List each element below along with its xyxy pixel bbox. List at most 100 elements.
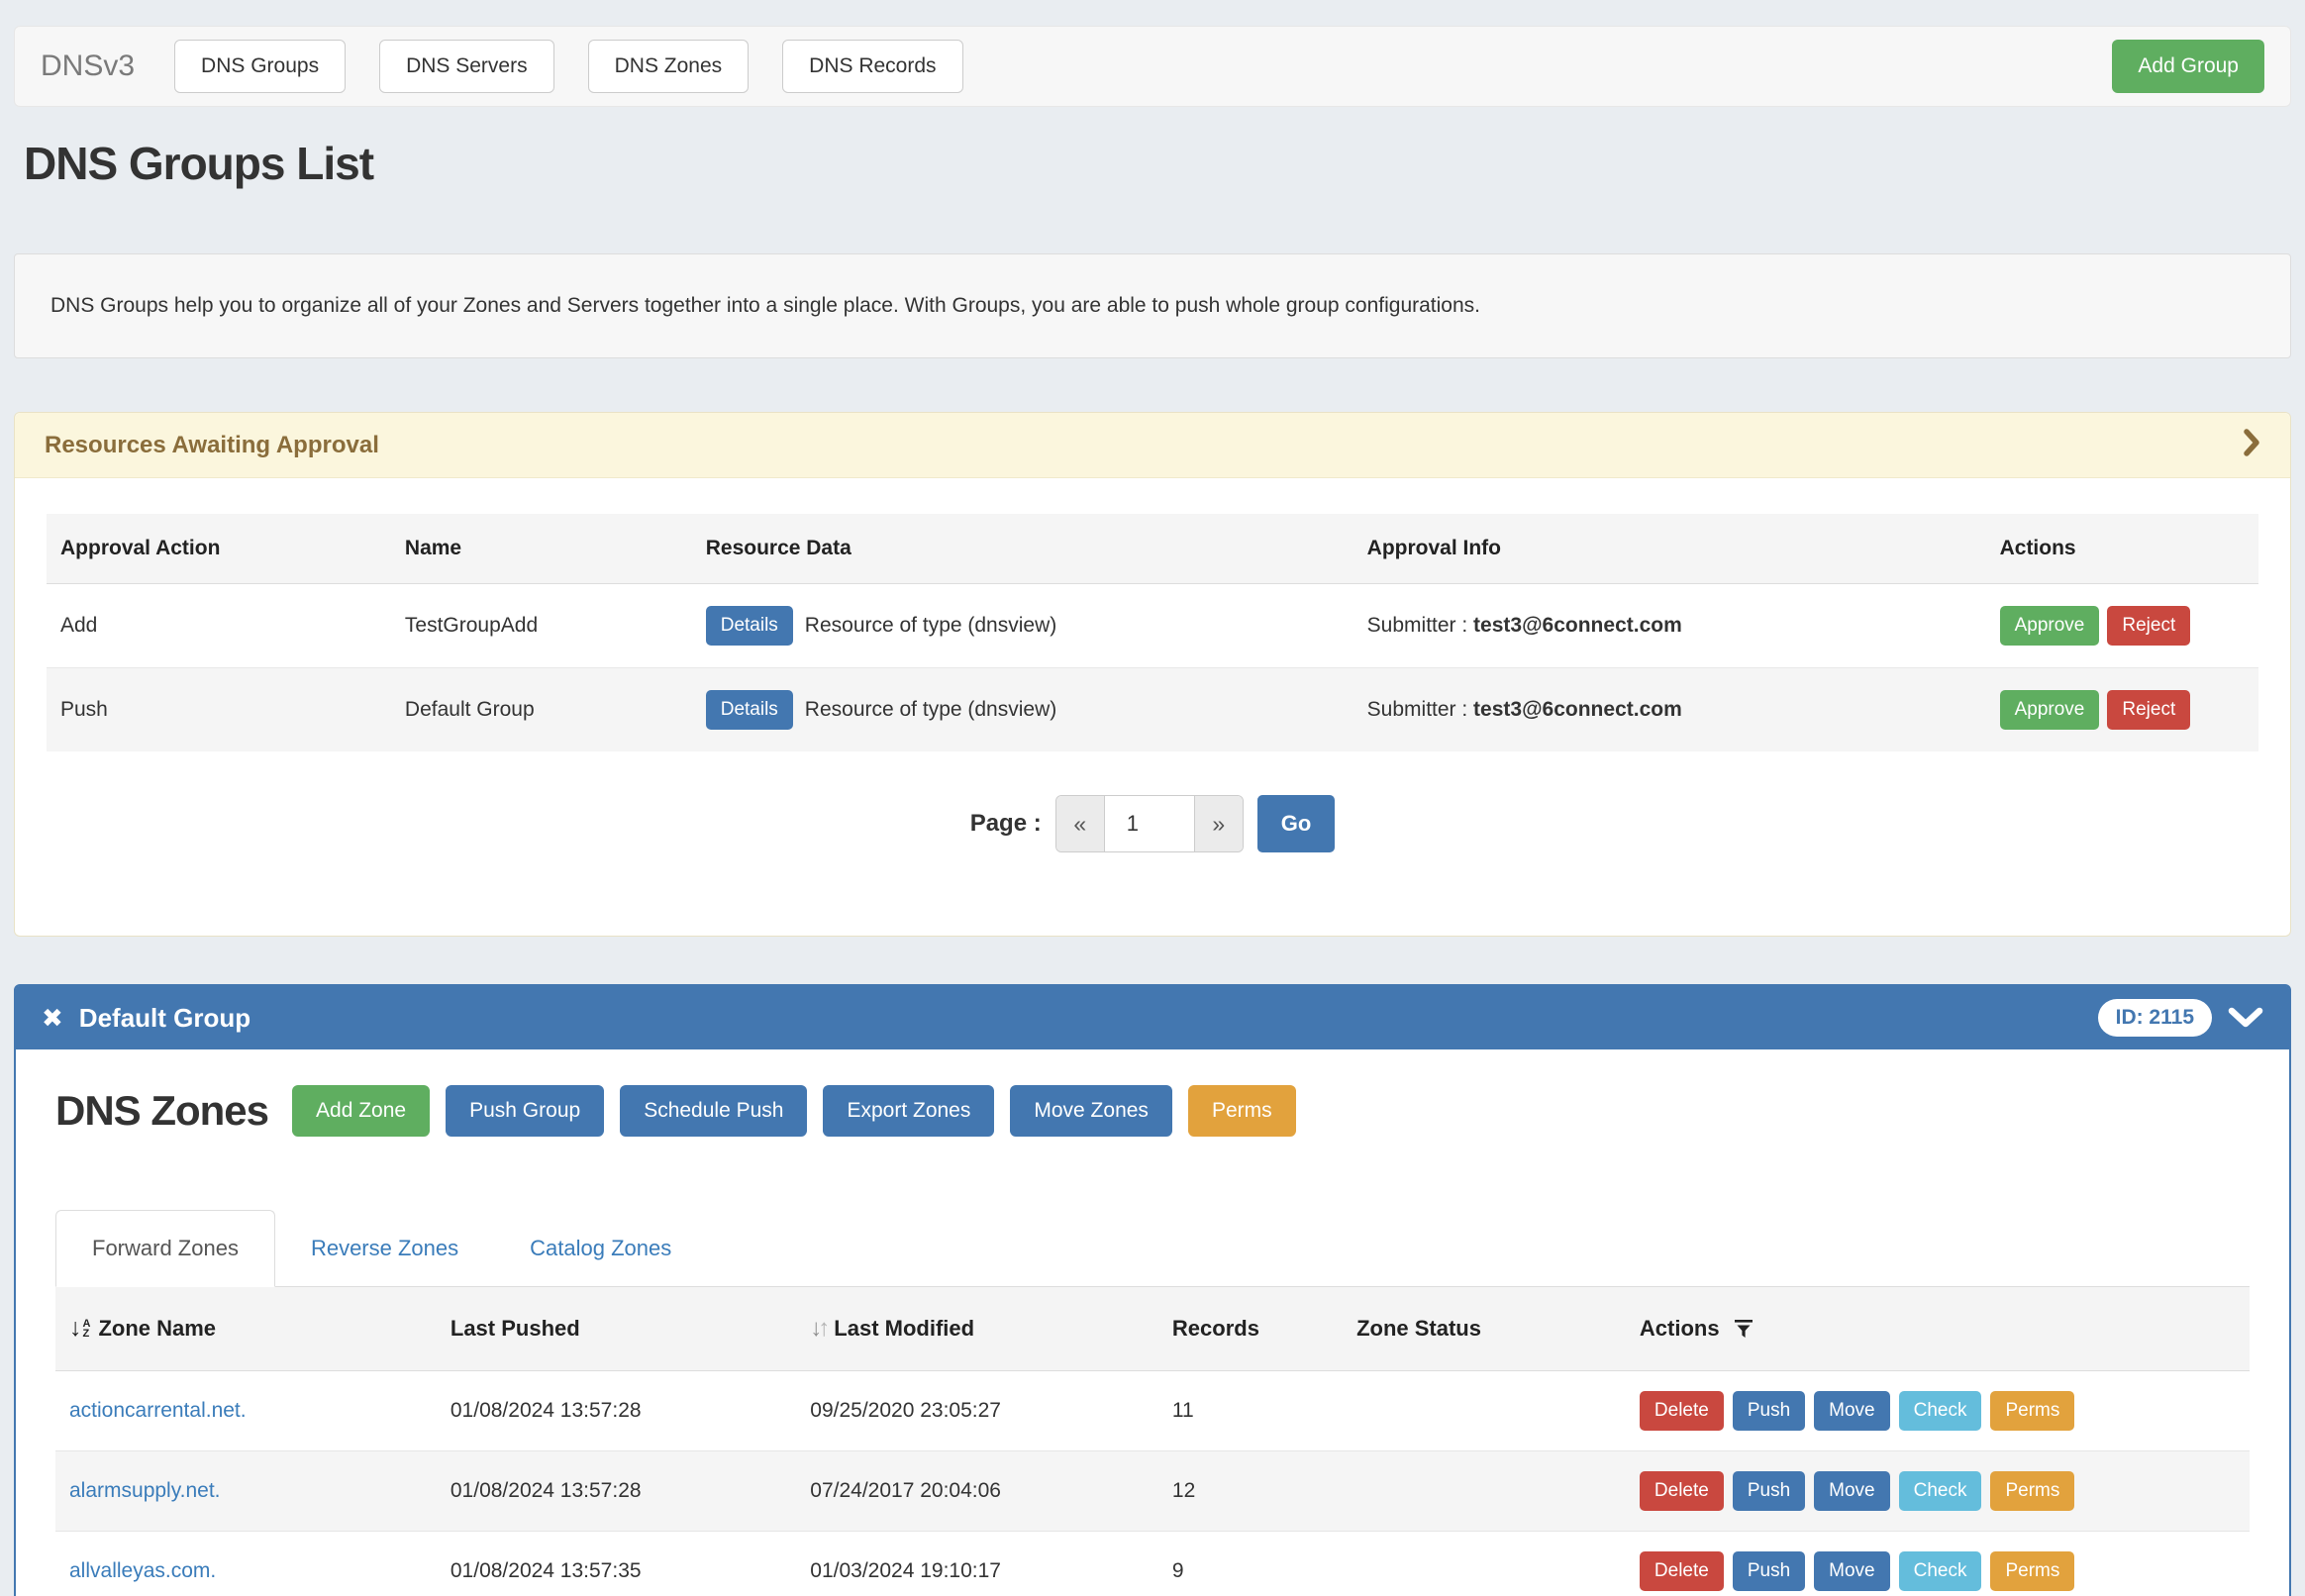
col-last-pushed[interactable]: Last Pushed xyxy=(451,1287,810,1371)
approval-info-cell: Submitter : test3@6connect.com xyxy=(1367,668,2000,752)
approval-panel-header[interactable]: Resources Awaiting Approval xyxy=(15,413,2290,478)
perms-button[interactable]: Perms xyxy=(1188,1085,1296,1137)
zones-table: ↓AZ Zone Name Last Pushed ↓↑ Last Modifi… xyxy=(55,1287,2250,1596)
filter-icon[interactable] xyxy=(1734,1319,1754,1340)
zone-name-cell: alarmsupply.net. xyxy=(55,1451,451,1532)
zone-name-cell: allvalleyas.com. xyxy=(55,1532,451,1596)
delete-button[interactable]: Delete xyxy=(1640,1551,1724,1591)
zone-link[interactable]: allvalleyas.com. xyxy=(69,1559,216,1582)
default-group-panel: ✖ Default Group ID: 2115 DNS Zones Add Z… xyxy=(14,984,2291,1596)
zone-actions-cell: DeletePushMoveCheckPerms xyxy=(1640,1532,2250,1596)
col-zone-status: Zone Status xyxy=(1356,1287,1640,1371)
col-zone-actions: Actions xyxy=(1640,1316,1720,1342)
approval-actions-cell: ApproveReject xyxy=(2000,668,2258,752)
last-pushed-cell: 01/08/2024 13:57:28 xyxy=(451,1451,810,1532)
group-panel-body: DNS Zones Add Zone Push Group Schedule P… xyxy=(16,1049,2289,1596)
zone-status-cell xyxy=(1356,1451,1640,1532)
push-group-button[interactable]: Push Group xyxy=(446,1085,604,1137)
page-stepper: « » xyxy=(1055,795,1244,852)
top-navbar: DNSv3 DNS Groups DNS Servers DNS Zones D… xyxy=(14,26,2291,107)
submitter-label: Submitter : xyxy=(1367,614,1473,637)
add-zone-button[interactable]: Add Zone xyxy=(292,1085,430,1137)
nav-dns-records-button[interactable]: DNS Records xyxy=(782,40,962,93)
resource-data-cell: Details Resource of type (dnsview) xyxy=(706,584,1367,668)
zone-actions-cell: DeletePushMoveCheckPerms xyxy=(1640,1451,2250,1532)
resource-data-wrap: Details Resource of type (dnsview) xyxy=(706,606,1359,646)
nav-dns-servers-button[interactable]: DNS Servers xyxy=(379,40,554,93)
approval-row: AddTestGroupAddDetailsResource of type (… xyxy=(47,584,2258,668)
col-zone-name[interactable]: Zone Name xyxy=(98,1316,216,1342)
approval-row: PushDefault GroupDetailsResource of type… xyxy=(47,668,2258,752)
tab-forward-zones[interactable]: Forward Zones xyxy=(55,1210,275,1287)
col-last-modified[interactable]: Last Modified xyxy=(834,1316,974,1342)
perms-button[interactable]: Perms xyxy=(1990,1551,2074,1591)
nav-dns-groups-button[interactable]: DNS Groups xyxy=(174,40,346,93)
approval-table: Approval Action Name Resource Data Appro… xyxy=(47,514,2258,751)
perms-button[interactable]: Perms xyxy=(1990,1391,2074,1431)
approval-info-cell: Submitter : test3@6connect.com xyxy=(1367,584,2000,668)
push-button[interactable]: Push xyxy=(1733,1551,1805,1591)
tab-reverse-zones[interactable]: Reverse Zones xyxy=(275,1210,494,1286)
delete-button[interactable]: Delete xyxy=(1640,1471,1724,1511)
add-group-button[interactable]: Add Group xyxy=(2112,40,2264,93)
col-zone-actions-wrap: Actions xyxy=(1640,1287,2250,1371)
chevron-right-icon[interactable] xyxy=(2243,428,2260,462)
check-button[interactable]: Check xyxy=(1899,1551,1982,1591)
approval-actions-cell: ApproveReject xyxy=(2000,584,2258,668)
approve-button[interactable]: Approve xyxy=(2000,606,2100,646)
check-button[interactable]: Check xyxy=(1899,1391,1982,1431)
zone-link[interactable]: alarmsupply.net. xyxy=(69,1479,221,1502)
resource-data-text: Resource of type (dnsview) xyxy=(805,614,1056,638)
approval-action-cell: Add xyxy=(47,584,405,668)
move-button[interactable]: Move xyxy=(1814,1471,1889,1511)
details-button[interactable]: Details xyxy=(706,606,793,646)
last-modified-cell: 09/25/2020 23:05:27 xyxy=(810,1371,1172,1451)
submitter-label: Submitter : xyxy=(1367,698,1473,721)
move-button[interactable]: Move xyxy=(1814,1551,1889,1591)
approve-button[interactable]: Approve xyxy=(2000,690,2100,730)
move-button[interactable]: Move xyxy=(1814,1391,1889,1431)
submitter-email: test3@6connect.com xyxy=(1473,698,1682,721)
col-last-modified-wrap: ↓↑ Last Modified xyxy=(810,1287,1172,1371)
sort-alpha-icon[interactable]: ↓AZ xyxy=(69,1316,90,1341)
export-zones-button[interactable]: Export Zones xyxy=(823,1085,994,1137)
zone-tabs: Forward Zones Reverse Zones Catalog Zone… xyxy=(55,1210,2250,1287)
records-cell: 11 xyxy=(1172,1371,1356,1451)
close-icon[interactable]: ✖ xyxy=(42,1005,63,1031)
delete-button[interactable]: Delete xyxy=(1640,1391,1724,1431)
brand: DNSv3 xyxy=(41,50,135,83)
details-button[interactable]: Details xyxy=(706,690,793,730)
approval-panel-body: Approval Action Name Resource Data Appro… xyxy=(15,478,2290,936)
tab-catalog-zones[interactable]: Catalog Zones xyxy=(494,1210,707,1286)
go-button[interactable]: Go xyxy=(1257,795,1336,852)
group-id-badge: ID: 2115 xyxy=(2098,999,2212,1037)
zone-row: allvalleyas.com.01/08/2024 13:57:3501/03… xyxy=(55,1532,2250,1596)
reject-button[interactable]: Reject xyxy=(2107,606,2190,646)
page-label: Page : xyxy=(970,810,1042,838)
approval-name-cell: Default Group xyxy=(405,668,706,752)
schedule-push-button[interactable]: Schedule Push xyxy=(620,1085,807,1137)
next-page-button[interactable]: » xyxy=(1195,796,1243,851)
zone-name-cell: actioncarrental.net. xyxy=(55,1371,451,1451)
zone-status-cell xyxy=(1356,1532,1640,1596)
push-button[interactable]: Push xyxy=(1733,1391,1805,1431)
records-cell: 9 xyxy=(1172,1532,1356,1596)
zone-link[interactable]: actioncarrental.net. xyxy=(69,1399,247,1422)
approval-table-header-row: Approval Action Name Resource Data Appro… xyxy=(47,514,2258,584)
approval-panel-title: Resources Awaiting Approval xyxy=(45,432,379,459)
move-zones-button[interactable]: Move Zones xyxy=(1010,1085,1172,1137)
push-button[interactable]: Push xyxy=(1733,1471,1805,1511)
check-button[interactable]: Check xyxy=(1899,1471,1982,1511)
perms-button[interactable]: Perms xyxy=(1990,1471,2074,1511)
chevron-down-icon[interactable] xyxy=(2228,1007,2263,1029)
last-pushed-cell: 01/08/2024 13:57:28 xyxy=(451,1371,810,1451)
resource-data-wrap: DetailsResource of type (dnsview) xyxy=(706,690,1359,730)
page-number-input[interactable] xyxy=(1104,796,1195,851)
col-zone-name-wrap: ↓AZ Zone Name xyxy=(55,1287,451,1371)
prev-page-button[interactable]: « xyxy=(1056,796,1104,851)
approval-panel: Resources Awaiting Approval Approval Act… xyxy=(14,412,2291,937)
sort-updown-icon[interactable]: ↓↑ xyxy=(810,1315,826,1343)
nav-dns-zones-button[interactable]: DNS Zones xyxy=(588,40,750,93)
last-modified-cell: 01/03/2024 19:10:17 xyxy=(810,1532,1172,1596)
reject-button[interactable]: Reject xyxy=(2107,690,2190,730)
